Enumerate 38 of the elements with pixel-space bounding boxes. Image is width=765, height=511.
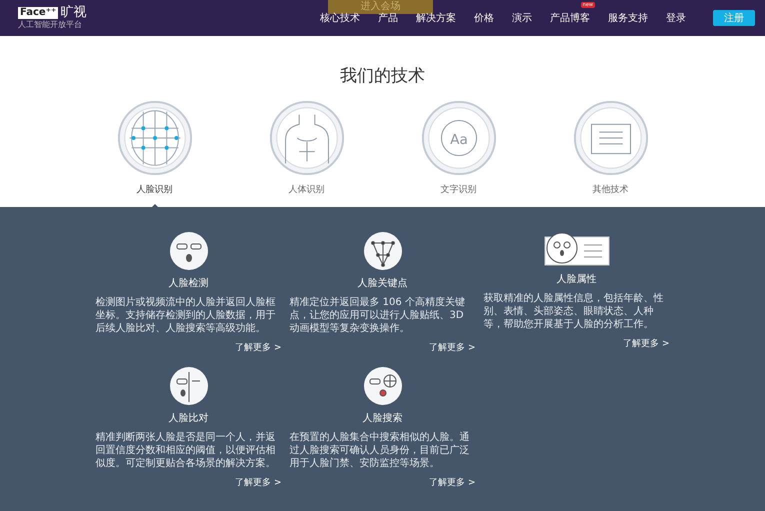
face-mesh-icon: [362, 231, 402, 271]
body-technology-icon: [268, 99, 346, 177]
cartoon-face-icon: [168, 231, 208, 271]
nav-link[interactable]: 核心技术: [311, 11, 369, 25]
logo-mark[interactable]: Face⁺⁺: [18, 7, 58, 19]
technology-tab[interactable]: 其他技术: [574, 99, 648, 196]
other-technology-icon: [572, 99, 650, 177]
cartoon-face-icon: [168, 366, 208, 406]
learn-more-link[interactable]: 了解更多 >: [235, 476, 282, 489]
nav-link[interactable]: 登录: [657, 11, 695, 25]
section-title: 我们的技术: [340, 65, 425, 87]
text-technology-icon: Aa: [420, 99, 498, 177]
feature-description: 精准定位并返回最多 106 个高精度关键点，让您的应用可以进行人脸贴纸、3D 动画模型等复杂变换操作。: [290, 296, 466, 335]
learn-more-link[interactable]: 了解更多 >: [623, 337, 670, 350]
feature-title: 人脸比对: [168, 412, 208, 425]
logo-name[interactable]: 旷视: [60, 6, 86, 20]
feature-title: 人脸属性: [556, 272, 596, 286]
feature-description: 在预置的人脸集合中搜索相似的人脸。通过人脸搜索可确认人员身份，目前已广泛用于人脸门禁、安防监控等场景。: [290, 431, 470, 470]
nav-link[interactable]: 价格: [465, 11, 503, 25]
technology-tab[interactable]: Aa 文字识别: [422, 99, 496, 196]
logo-tagline: 人工智能开放平台: [18, 20, 83, 30]
cartoon-face-icon: [362, 366, 402, 406]
feature-title: 人脸检测: [168, 276, 208, 290]
nav-link[interactable]: 服务支持: [599, 11, 657, 25]
learn-more-link[interactable]: 了解更多 >: [429, 476, 476, 489]
nav-link[interactable]: 解决方案: [407, 11, 465, 25]
feature-title: 人脸关键点: [358, 276, 408, 290]
feature-description: 获取精准的人脸属性信息，包括年龄、性别、表情、头部姿态、眼睛状态、人种等，帮助您开展基于人脸的分析工作。: [484, 292, 664, 331]
feature-description: 检测图片或视频流中的人脸并返回人脸框坐标。支持储存检测到的人脸数据，用于后续人脸比对、人脸搜索等高级功能。: [96, 296, 276, 335]
feature-title: 人脸搜索: [362, 412, 402, 425]
nav-link[interactable]: 产品: [369, 11, 407, 25]
nav-link[interactable]: 演示: [503, 11, 541, 25]
learn-more-link[interactable]: 了解更多 >: [235, 341, 282, 354]
face-technology-icon: [116, 99, 194, 177]
technology-tab[interactable]: 人体识别: [270, 99, 344, 196]
face-profile-card-icon: [544, 231, 610, 267]
feature-description: 精准判断两张人脸是否是同一个人，并返回置信度分数和相应的阈值，以便评估相似度。可定制更贴合各场景的解决方案。: [96, 431, 276, 470]
learn-more-link[interactable]: 了解更多 >: [429, 341, 476, 354]
